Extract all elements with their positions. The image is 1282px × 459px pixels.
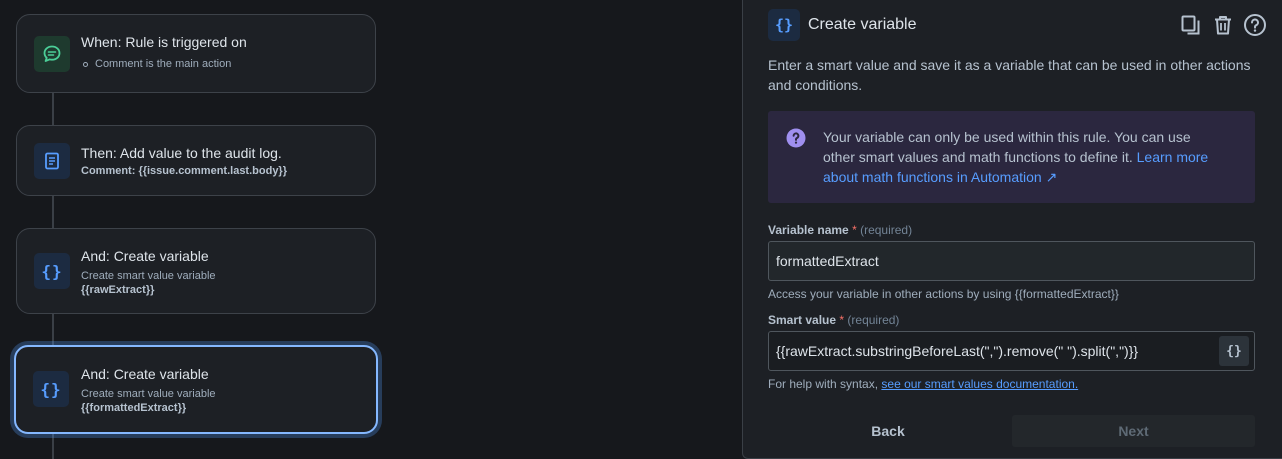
help-icon[interactable]	[1242, 12, 1268, 38]
card-title: And: Create variable	[81, 248, 209, 264]
smart-values-docs-link[interactable]: see our smart values documentation.	[881, 377, 1078, 391]
trigger-card[interactable]: When: Rule is triggered on Comment is th…	[16, 14, 376, 93]
duplicate-icon[interactable]	[1178, 12, 1204, 38]
braces-icon: {}	[34, 253, 70, 289]
insert-smart-value-button[interactable]: {}	[1219, 336, 1249, 366]
card-bullet-text: Comment is the main action	[95, 58, 232, 70]
smart-value-label: Smart value * (required)	[768, 313, 899, 327]
required-text: (required)	[860, 223, 913, 237]
braces-icon: {}	[33, 371, 69, 407]
smart-value-hint: For help with syntax, see our smart valu…	[768, 377, 1078, 391]
smart-value-field[interactable]: {{rawExtract.substringBeforeLast(",").re…	[768, 331, 1255, 371]
next-button[interactable]: Next	[1012, 415, 1255, 447]
trash-icon[interactable]	[1210, 12, 1236, 38]
card-subtitle: Create smart value variable	[81, 270, 216, 282]
info-text: Your variable can only be used within th…	[823, 129, 1191, 165]
hint-prefix: For help with syntax,	[768, 377, 879, 391]
question-circle-icon	[786, 128, 806, 153]
audit-log-card[interactable]: Then: Add value to the audit log. Commen…	[16, 125, 376, 196]
bullet-icon	[83, 61, 88, 67]
rule-flow: When: Rule is triggered on Comment is th…	[0, 0, 740, 459]
required-text: (required)	[847, 313, 900, 327]
create-variable-panel: {} Create variable Enter a smart value a…	[742, 0, 1282, 459]
variable-name-label: Variable name * (required)	[768, 223, 912, 237]
required-mark: *	[839, 313, 845, 327]
create-variable-card[interactable]: {} And: Create variable Create smart val…	[16, 228, 376, 314]
create-variable-card-selected[interactable]: {} And: Create variable Create smart val…	[14, 345, 378, 434]
variable-name-value: formattedExtract	[776, 253, 879, 269]
card-subtitle: Create smart value variable	[81, 388, 216, 400]
back-button[interactable]: Back	[768, 415, 1008, 447]
document-icon	[34, 143, 70, 179]
card-detail: {{rawExtract}}	[81, 284, 155, 296]
card-detail: Comment: {{issue.comment.last.body}}	[81, 165, 287, 177]
card-title: When: Rule is triggered on	[81, 34, 247, 50]
required-mark: *	[852, 223, 857, 237]
smart-value-text: {{rawExtract.substringBeforeLast(",").re…	[776, 343, 1139, 359]
flow-connector	[52, 313, 54, 346]
flow-connector	[52, 434, 54, 459]
panel-description: Enter a smart value and save it as a var…	[768, 57, 1251, 93]
card-detail: {{formattedExtract}}	[81, 402, 187, 414]
chat-bubble-icon	[34, 36, 70, 72]
braces-icon: {}	[768, 9, 800, 41]
card-title: And: Create variable	[81, 366, 209, 382]
variable-name-field[interactable]: formattedExtract	[768, 241, 1255, 281]
smart-value-label-text: Smart value	[768, 313, 837, 327]
variable-name-label-text: Variable name	[768, 223, 849, 237]
flow-connector	[52, 195, 54, 229]
flow-connector	[52, 92, 54, 126]
info-panel: Your variable can only be used within th…	[768, 111, 1255, 203]
variable-name-hint: Access your variable in other actions by…	[768, 287, 1119, 301]
panel-header: {} Create variable	[768, 8, 1268, 42]
card-title: Then: Add value to the audit log.	[81, 145, 282, 161]
panel-title: Create variable	[808, 16, 917, 33]
